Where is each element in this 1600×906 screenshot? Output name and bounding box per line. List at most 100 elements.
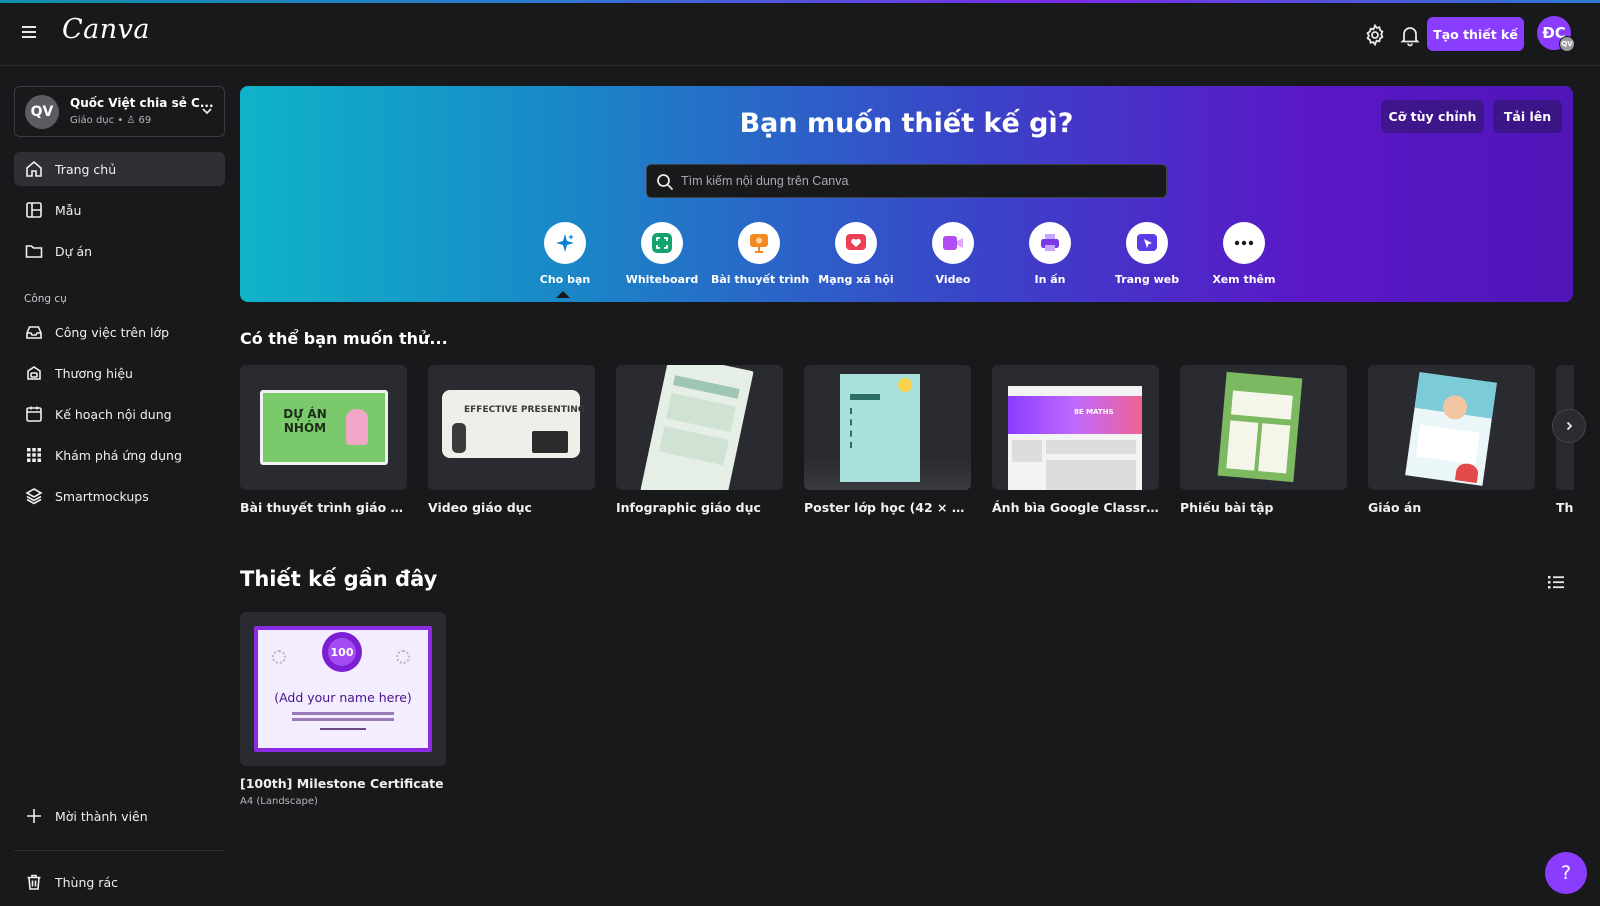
sidebar: QV Quốc Việt chia sẻ C... Giáo dục • ♙ 6…	[0, 67, 236, 906]
presentation-icon	[738, 222, 780, 264]
menu-icon[interactable]	[22, 23, 42, 43]
sidebar-item-classwork[interactable]: Công việc trên lớp	[14, 315, 225, 349]
recent-design-card[interactable]: 100 (Add your name here) [100th] Milesto…	[240, 612, 446, 807]
video-icon	[932, 222, 974, 264]
gear-icon[interactable]	[1363, 23, 1387, 47]
template-card[interactable]: 8E MATHS Ảnh bìa Google Classroom	[992, 365, 1159, 515]
template-label: Infographic giáo dục	[616, 500, 761, 515]
team-switcher[interactable]: QV Quốc Việt chia sẻ C... Giáo dục • ♙ 6…	[14, 86, 225, 137]
sidebar-item-label: Khám phá ứng dụng	[55, 447, 182, 463]
template-label: Ảnh bìa Google Classroom	[992, 500, 1159, 515]
sidebar-item-trash[interactable]: Thùng rác	[14, 865, 225, 899]
selected-category-caret	[556, 291, 570, 298]
category-video[interactable]: Video	[905, 222, 1001, 286]
recent-design-size: A4 (Landscape)	[240, 796, 318, 807]
thumb-text: EFFECTIVE PRESENTING	[464, 405, 586, 415]
category-label: Bài thuyết trình	[711, 273, 810, 286]
template-icon	[26, 202, 42, 218]
thumb-text: 8E MATHS	[1074, 408, 1114, 416]
sidebar-item-brand[interactable]: Thương hiệu	[14, 356, 225, 390]
category-label: Trang web	[1114, 273, 1180, 286]
category-label: Video	[935, 273, 971, 286]
suggestions-heading: Có thể bạn muốn thử...	[240, 329, 448, 348]
sidebar-item-smartmockups[interactable]: Smartmockups	[14, 479, 225, 513]
template-thumbnail	[804, 365, 971, 490]
sidebar-item-apps[interactable]: Khám phá ứng dụng	[14, 438, 225, 472]
template-card[interactable]: Giáo án	[1368, 365, 1535, 515]
sidebar-item-label: Smartmockups	[55, 488, 149, 504]
brand-icon	[27, 366, 41, 380]
category-print[interactable]: In ấn	[1002, 222, 1098, 286]
sidebar-item-home[interactable]: Trang chủ	[14, 152, 225, 186]
category-label: Mạng xã hội	[818, 273, 894, 286]
sidebar-item-content-planner[interactable]: Kế hoạch nội dung	[14, 397, 225, 431]
template-label: Phiếu bài tập	[1180, 500, 1274, 515]
category-social-media[interactable]: Mạng xã hội	[808, 222, 904, 286]
create-design-button[interactable]: Tạo thiết kế	[1427, 17, 1524, 51]
help-button[interactable]: ?	[1545, 852, 1587, 894]
team-avatar: QV	[25, 95, 59, 129]
top-bar: Canva Tạo thiết kế ĐC QV	[0, 3, 1600, 66]
invite-label: Mời thành viên	[55, 808, 148, 824]
search-icon	[657, 174, 674, 191]
cursor-icon	[1126, 222, 1168, 264]
sidebar-item-label: Dự án	[55, 243, 93, 259]
category-presentation[interactable]: Bài thuyết trình	[711, 222, 810, 286]
template-card[interactable]: DỰ ÁN NHÓM Bài thuyết trình giáo dục	[240, 365, 407, 515]
sparkle-icon	[544, 222, 586, 264]
search-box	[646, 164, 1167, 198]
tools-section-label: Công cụ	[24, 293, 67, 305]
upload-button[interactable]: Tải lên	[1493, 100, 1562, 133]
inbox-icon	[26, 326, 42, 339]
whiteboard-icon	[641, 222, 683, 264]
template-card[interactable]: EFFECTIVE PRESENTING Video giáo dục	[428, 365, 595, 515]
recent-design-title: [100th] Milestone Certificate	[240, 776, 444, 791]
canva-logo[interactable]: Canva	[62, 14, 150, 45]
thumb-text: DỰ ÁN NHÓM	[283, 407, 327, 435]
folder-icon	[25, 245, 43, 258]
bell-icon[interactable]	[1398, 23, 1422, 47]
template-thumbnail: EFFECTIVE PRESENTING	[428, 365, 595, 490]
sidebar-item-label: Trang chủ	[55, 161, 117, 177]
template-thumbnail	[616, 365, 783, 490]
sidebar-item-templates[interactable]: Mẫu	[14, 193, 225, 227]
category-whiteboard[interactable]: Whiteboard	[614, 222, 710, 286]
calendar-icon	[26, 406, 42, 422]
team-name: Quốc Việt chia sẻ C...	[70, 96, 214, 110]
list-view-icon[interactable]	[1546, 572, 1566, 592]
layers-icon	[25, 488, 43, 505]
plus-icon	[27, 809, 41, 823]
search-input[interactable]	[681, 165, 1151, 197]
category-more[interactable]: Xem thêm	[1196, 222, 1292, 286]
template-label: Giáo án	[1368, 500, 1422, 515]
sidebar-item-label: Thương hiệu	[55, 365, 133, 381]
template-label: Poster lớp học (42 × 59,4 c...	[804, 500, 971, 515]
template-thumbnail	[1180, 365, 1347, 490]
category-website[interactable]: Trang web	[1099, 222, 1195, 286]
template-label: Bài thuyết trình giáo dục	[240, 500, 407, 515]
template-card[interactable]: Phiếu bài tập	[1180, 365, 1347, 515]
template-card[interactable]: Poster lớp học (42 × 59,4 c...	[804, 365, 971, 515]
template-label: Video giáo dục	[428, 500, 532, 515]
recent-design-thumbnail: 100 (Add your name here)	[240, 612, 446, 766]
category-for-you[interactable]: Cho bạn	[517, 222, 613, 286]
team-badge-avatar: QV	[1559, 36, 1575, 52]
category-label: Whiteboard	[625, 273, 699, 286]
category-label: Cho bạn	[539, 273, 591, 286]
hero-banner: Bạn muốn thiết kế gì? Cỡ tùy chỉnh Tải l…	[240, 86, 1573, 302]
apps-grid-icon	[27, 448, 41, 462]
sidebar-item-label: Kế hoạch nội dung	[55, 406, 172, 422]
template-card[interactable]: Infographic giáo dục	[616, 365, 783, 515]
thumb-text: (Add your name here)	[274, 690, 412, 705]
category-label: Xem thêm	[1212, 273, 1276, 286]
sidebar-item-projects[interactable]: Dự án	[14, 234, 225, 268]
custom-size-button[interactable]: Cỡ tùy chỉnh	[1381, 100, 1484, 133]
recent-designs-heading: Thiết kế gần đây	[240, 567, 438, 591]
sidebar-item-label: Công việc trên lớp	[55, 324, 170, 340]
carousel-next-button[interactable]	[1552, 409, 1586, 443]
invite-members-button[interactable]: Mời thành viên	[14, 799, 225, 833]
template-label: Thi	[1556, 500, 1574, 515]
hero-title: Bạn muốn thiết kế gì?	[739, 108, 1074, 139]
chevron-right-icon	[1566, 421, 1573, 431]
print-icon	[1029, 222, 1071, 264]
